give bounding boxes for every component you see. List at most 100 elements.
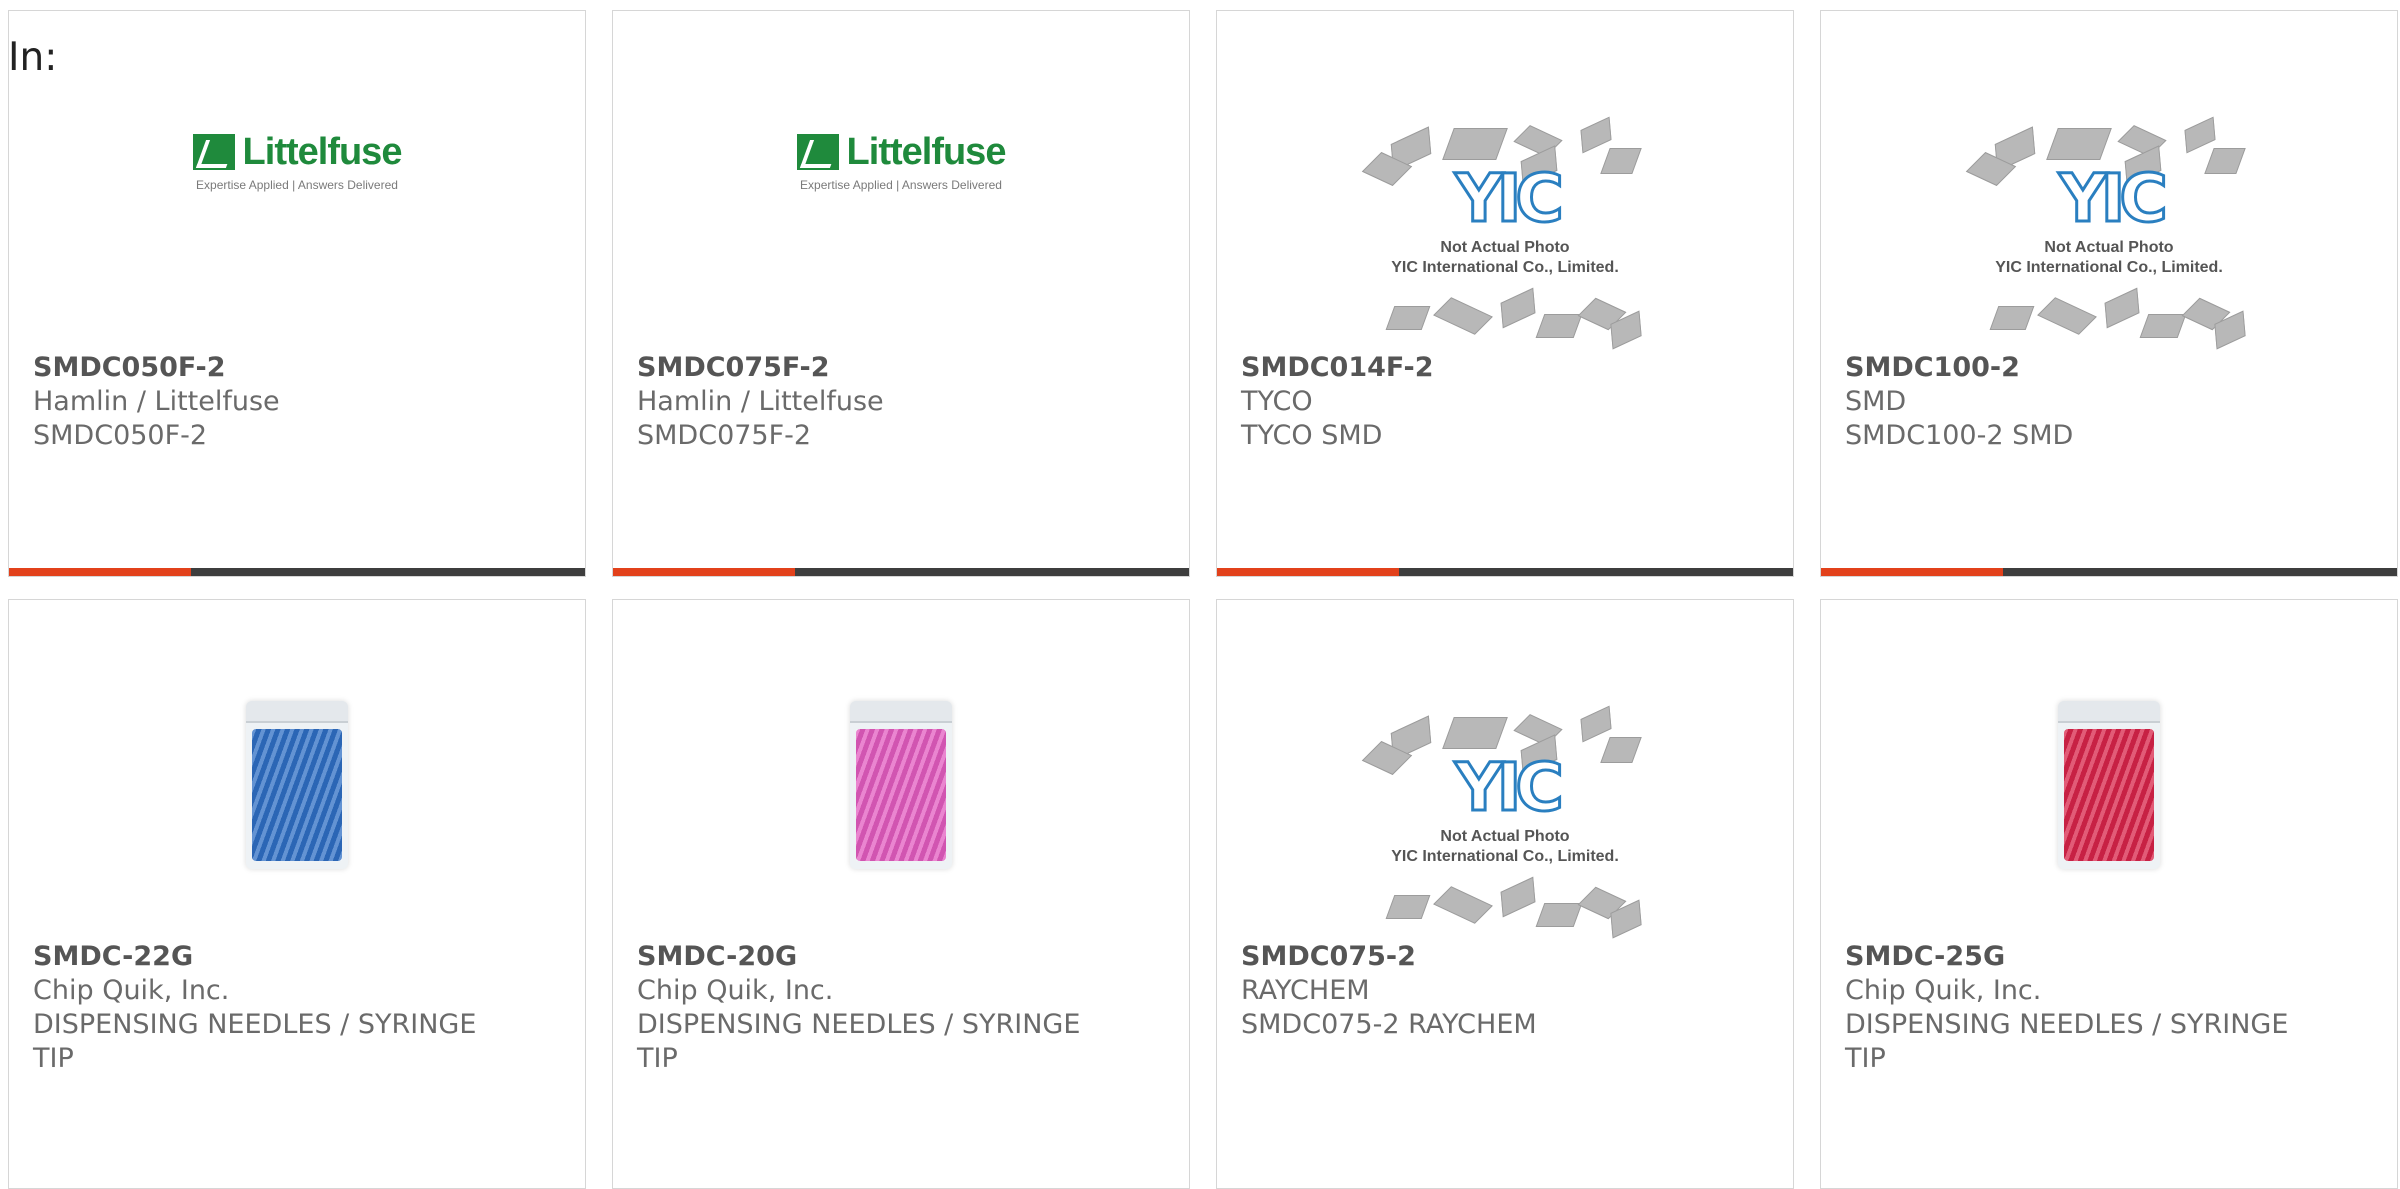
part-number-link[interactable]: SMDC050F-2 bbox=[33, 351, 561, 385]
chip-icon bbox=[2104, 287, 2140, 329]
yic-placeholder-image: YIC Not Actual Photo YIC International C… bbox=[1965, 106, 2246, 350]
yic-logo: YIC bbox=[1454, 160, 1566, 237]
product-image[interactable] bbox=[613, 660, 1189, 910]
product-info: SMDC-22G Chip Quik, Inc. DISPENSING NEED… bbox=[33, 940, 561, 1076]
chip-icon bbox=[1500, 876, 1536, 918]
syringe-tips bbox=[2064, 729, 2154, 861]
description-continued: TIP bbox=[637, 1043, 678, 1074]
chip-icon bbox=[1433, 297, 1493, 335]
littelfuse-mark-icon bbox=[192, 134, 235, 170]
description: TYCO SMD bbox=[1241, 420, 1383, 451]
littelfuse-logo: Littelfuse Expertise Applied | Answers D… bbox=[796, 130, 1007, 192]
chip-icon bbox=[1442, 717, 1508, 749]
logo-tagline: Expertise Applied | Answers Delivered bbox=[800, 177, 1002, 192]
card-accent-bar bbox=[9, 568, 191, 576]
manufacturer: Hamlin / Littelfuse bbox=[33, 386, 280, 417]
card-bottom-bar bbox=[613, 568, 1189, 576]
manufacturer: SMD bbox=[1845, 386, 1907, 417]
placeholder-caption: Not Actual Photo YIC International Co., … bbox=[1370, 238, 1640, 278]
manufacturer: TYCO bbox=[1241, 386, 1313, 417]
product-card[interactable]: Littelfuse Expertise Applied | Answers D… bbox=[612, 10, 1190, 577]
product-card[interactable]: YIC Not Actual Photo YIC International C… bbox=[1820, 10, 2398, 577]
product-card[interactable]: SMDC-25G Chip Quik, Inc. DISPENSING NEED… bbox=[1820, 599, 2398, 1189]
chip-icon bbox=[2037, 297, 2097, 335]
description: SMDC075-2 RAYCHEM bbox=[1241, 1009, 1537, 1040]
product-card[interactable]: YIC Not Actual Photo YIC International C… bbox=[1216, 10, 1794, 577]
chip-icon bbox=[1580, 116, 1612, 154]
product-card[interactable]: Littelfuse Expertise Applied | Answers D… bbox=[8, 10, 586, 577]
part-number-link[interactable]: SMDC-22G bbox=[33, 940, 561, 974]
part-number-link[interactable]: SMDC075-2 bbox=[1241, 940, 1769, 974]
product-card[interactable]: YIC Not Actual Photo YIC International C… bbox=[1216, 599, 1794, 1189]
product-info: SMDC075F-2 Hamlin / Littelfuse SMDC075F-… bbox=[637, 351, 1165, 453]
chip-icon bbox=[1500, 287, 1536, 329]
chip-icon bbox=[1385, 895, 1431, 919]
placeholder-line-1: Not Actual Photo bbox=[1440, 828, 1570, 845]
placeholder-caption: Not Actual Photo YIC International Co., … bbox=[1974, 238, 2244, 278]
yic-placeholder-image: YIC Not Actual Photo YIC International C… bbox=[1361, 106, 1642, 350]
product-image[interactable]: YIC Not Actual Photo YIC International C… bbox=[1217, 101, 1793, 351]
manufacturer: RAYCHEM bbox=[1241, 975, 1370, 1006]
chip-icon bbox=[2204, 148, 2246, 174]
placeholder-line-1: Not Actual Photo bbox=[1440, 239, 1570, 256]
placeholder-line-2: YIC International Co., Limited. bbox=[1391, 259, 1619, 276]
product-info: SMDC014F-2 TYCO TYCO SMD bbox=[1241, 351, 1769, 453]
syringe-tip-bag-image bbox=[246, 701, 348, 869]
product-card[interactable]: SMDC-20G Chip Quik, Inc. DISPENSING NEED… bbox=[612, 599, 1190, 1189]
part-number-link[interactable]: SMDC-25G bbox=[1845, 940, 2373, 974]
logo-tagline: Expertise Applied | Answers Delivered bbox=[196, 177, 398, 192]
description-continued: TIP bbox=[1845, 1043, 1886, 1074]
description: SMDC075F-2 bbox=[637, 420, 812, 451]
part-number-link[interactable]: SMDC075F-2 bbox=[637, 351, 1165, 385]
card-bottom-bar bbox=[1217, 568, 1793, 576]
description: DISPENSING NEEDLES / SYRINGE bbox=[637, 1009, 1081, 1040]
syringe-tip-bag-image bbox=[850, 701, 952, 869]
page-label: In: bbox=[8, 35, 58, 80]
product-grid: Littelfuse Expertise Applied | Answers D… bbox=[8, 10, 2400, 1189]
yic-logo: YIC bbox=[2058, 160, 2170, 237]
syringe-tips bbox=[252, 729, 342, 861]
littelfuse-logo: Littelfuse Expertise Applied | Answers D… bbox=[192, 131, 402, 192]
chip-icon bbox=[1600, 148, 1642, 174]
placeholder-caption: Not Actual Photo YIC International Co., … bbox=[1370, 827, 1640, 867]
part-number-link[interactable]: SMDC014F-2 bbox=[1241, 351, 1769, 385]
product-info: SMDC-25G Chip Quik, Inc. DISPENSING NEED… bbox=[1845, 940, 2373, 1076]
chip-icon bbox=[1535, 314, 1583, 338]
product-info: SMDC100-2 SMD SMDC100-2 SMD bbox=[1845, 351, 2373, 453]
card-accent-bar bbox=[1217, 568, 1399, 576]
product-info: SMDC-20G Chip Quik, Inc. DISPENSING NEED… bbox=[637, 940, 1165, 1076]
part-number-link[interactable]: SMDC100-2 bbox=[1845, 351, 2373, 385]
product-info: SMDC075-2 RAYCHEM SMDC075-2 RAYCHEM bbox=[1241, 940, 1769, 1042]
card-accent-bar bbox=[613, 568, 795, 576]
product-image[interactable]: YIC Not Actual Photo YIC International C… bbox=[1821, 101, 2397, 351]
littelfuse-mark-icon bbox=[796, 134, 839, 170]
syringe-tip-bag-image bbox=[2058, 701, 2160, 869]
manufacturer: Chip Quik, Inc. bbox=[1845, 975, 2042, 1006]
description: SMDC050F-2 bbox=[33, 420, 208, 451]
product-image[interactable] bbox=[9, 660, 585, 910]
placeholder-line-2: YIC International Co., Limited. bbox=[1995, 259, 2223, 276]
manufacturer: Chip Quik, Inc. bbox=[33, 975, 230, 1006]
chip-icon bbox=[1442, 128, 1508, 160]
product-image[interactable]: Littelfuse Expertise Applied | Answers D… bbox=[9, 71, 585, 321]
manufacturer: Hamlin / Littelfuse bbox=[637, 386, 884, 417]
logo-name: Littelfuse bbox=[846, 130, 1007, 173]
chip-icon bbox=[1385, 306, 1431, 330]
description: DISPENSING NEEDLES / SYRINGE bbox=[1845, 1009, 2289, 1040]
part-number-link[interactable]: SMDC-20G bbox=[637, 940, 1165, 974]
yic-placeholder-image: YIC Not Actual Photo YIC International C… bbox=[1361, 695, 1642, 939]
card-bottom-bar bbox=[1821, 568, 2397, 576]
chip-icon bbox=[1989, 306, 2035, 330]
chip-icon bbox=[2139, 314, 2187, 338]
chip-icon bbox=[1433, 886, 1493, 924]
product-card[interactable]: SMDC-22G Chip Quik, Inc. DISPENSING NEED… bbox=[8, 599, 586, 1189]
chip-icon bbox=[2046, 128, 2112, 160]
bag-seal bbox=[246, 701, 348, 723]
bag-seal bbox=[850, 701, 952, 723]
yic-logo: YIC bbox=[1454, 749, 1566, 826]
product-image[interactable] bbox=[1821, 660, 2397, 910]
description: SMDC100-2 SMD bbox=[1845, 420, 2074, 451]
product-image[interactable]: Littelfuse Expertise Applied | Answers D… bbox=[613, 71, 1189, 321]
product-image[interactable]: YIC Not Actual Photo YIC International C… bbox=[1217, 690, 1793, 940]
chip-icon bbox=[1535, 903, 1583, 927]
